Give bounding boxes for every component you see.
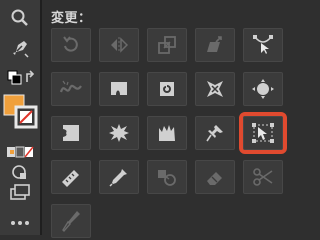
wrinkle-tool[interactable] (147, 116, 187, 150)
bloat-tool[interactable] (243, 72, 283, 106)
warp-tool[interactable] (99, 72, 139, 106)
blend-icon (156, 166, 178, 188)
width-tool[interactable] (51, 72, 91, 106)
fill-stroke-swatch-icon (0, 92, 40, 134)
panel-title: 変更： (51, 11, 92, 26)
sidebar-divider (40, 0, 42, 235)
scale-icon (156, 34, 178, 56)
free-transform-tool[interactable] (239, 112, 287, 154)
eyedropper-tool[interactable] (99, 160, 139, 194)
swap-fill-stroke[interactable] (0, 66, 40, 90)
width-icon (59, 78, 83, 100)
warp-icon (108, 78, 130, 100)
wrinkle-icon (156, 122, 178, 144)
reshape-icon (251, 33, 275, 57)
measure-tool[interactable] (51, 160, 91, 194)
shear-icon (204, 34, 226, 56)
scallop-tool[interactable] (51, 116, 91, 150)
reflect-tool[interactable] (99, 28, 139, 62)
scissors-icon (251, 166, 275, 188)
tools-sidebar (0, 0, 40, 235)
screen-mode[interactable] (0, 180, 40, 204)
twirl-icon (156, 78, 178, 100)
crystallize-icon (107, 122, 131, 144)
bloat-icon (251, 78, 275, 100)
reshape-tool[interactable] (243, 28, 283, 62)
scallop-icon (60, 122, 82, 144)
pen-tool[interactable] (0, 36, 40, 60)
zoom-tool[interactable] (0, 6, 40, 30)
zoom-icon (10, 8, 30, 28)
eyedropper-icon (108, 166, 130, 188)
puppet-warp-icon (204, 122, 226, 144)
scale-tool[interactable] (147, 28, 187, 62)
eraser-tool[interactable] (195, 160, 235, 194)
blend-tool[interactable] (147, 160, 187, 194)
pen-icon (9, 37, 31, 59)
knife-icon (60, 209, 82, 233)
twirl-tool[interactable] (147, 72, 187, 106)
scissors-tool[interactable] (243, 160, 283, 194)
free-transform-icon (250, 121, 276, 145)
pucker-icon (204, 78, 226, 100)
shear-tool[interactable] (195, 28, 235, 62)
eraser-icon (204, 166, 226, 188)
fill-stroke-swatch[interactable] (0, 92, 40, 134)
screen-mode-icon (8, 182, 32, 202)
swap-fill-stroke-icon (5, 68, 35, 88)
more-tools[interactable] (0, 211, 40, 235)
more-tools-icon (8, 219, 32, 227)
measure-icon (59, 166, 83, 188)
draw-mode-icon (10, 162, 30, 182)
pucker-tool[interactable] (195, 72, 235, 106)
knife-tool[interactable] (51, 204, 91, 238)
color-mode-icon (5, 144, 35, 160)
rotate-tool[interactable] (51, 28, 91, 62)
rotate-icon (60, 34, 82, 56)
crystallize-tool[interactable] (99, 116, 139, 150)
reflect-icon (108, 34, 130, 56)
puppet-warp-tool[interactable] (195, 116, 235, 150)
